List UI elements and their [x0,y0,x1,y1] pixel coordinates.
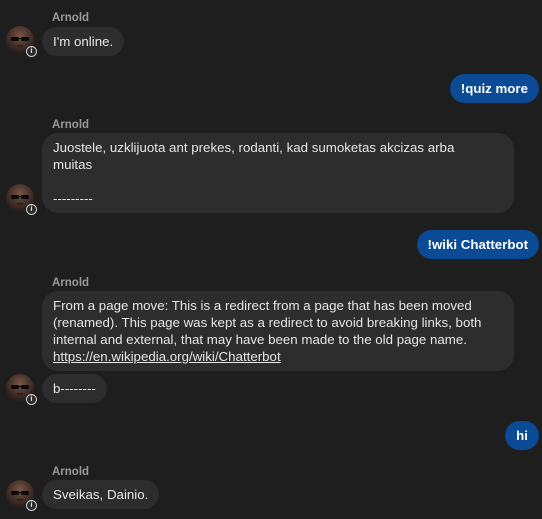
message-bubble-incoming: I'm online. [42,27,125,56]
wiki-link[interactable]: https://en.wikipedia.org/wiki/Chatterbot [53,349,281,364]
message-bubble-incoming: Sveikas, Dainio. [42,480,160,509]
message-bubble-incoming: From a page move: This is a redirect fro… [42,291,514,371]
message-bubble-outgoing: hi [505,421,539,450]
message-text: internal and external, that may have bee… [53,332,467,347]
sender-name: Arnold [52,119,90,131]
message-text: I'm online. [53,34,114,49]
avatar[interactable]: i [6,480,37,511]
message-text: --------- [53,191,93,206]
info-badge-icon: i [26,46,37,57]
avatar[interactable]: i [6,374,37,405]
message-bubble-incoming: Juostele, uzklijuota ant prekes, rodanti… [42,133,514,213]
message-text: !quiz more [460,81,528,96]
sender-name: Arnold [52,466,90,478]
message-text: Juostele, uzklijuota ant prekes, rodanti… [53,140,455,155]
message-text: hi [516,428,528,443]
avatar[interactable]: i [6,184,37,215]
message-text: From a page move: This is a redirect fro… [53,298,472,313]
info-badge-icon: i [26,500,37,511]
info-badge-icon: i [26,204,37,215]
chat-window: Arnold i I'm online. !quiz more Arnold i… [0,0,542,519]
info-badge-icon: i [26,394,37,405]
message-bubble-incoming: b-------- [42,374,107,403]
sender-name: Arnold [52,277,90,289]
avatar[interactable]: i [6,26,37,57]
message-bubble-outgoing: !quiz more [449,74,539,103]
message-text: b-------- [53,381,96,396]
message-text: !wiki Chatterbot [427,237,528,252]
message-text: muitas [53,157,93,172]
message-bubble-outgoing: !wiki Chatterbot [416,230,539,259]
message-text: Sveikas, Dainio. [53,487,149,502]
message-text: (renamed). This page was kept as a redir… [53,315,482,330]
sender-name: Arnold [52,12,90,24]
